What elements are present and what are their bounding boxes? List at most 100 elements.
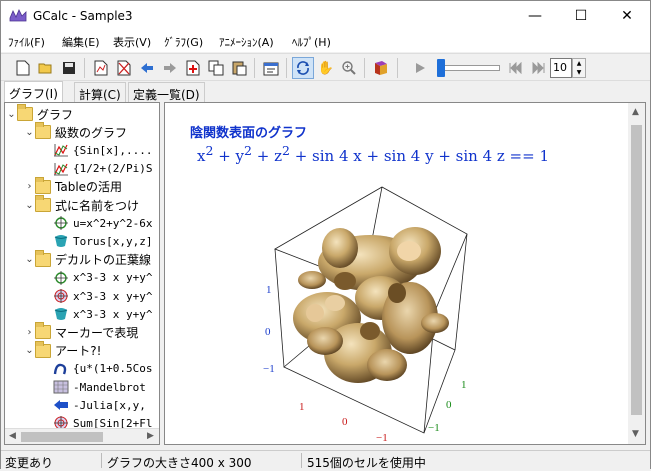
chevron-down-icon[interactable]: ⌄ <box>24 200 35 211</box>
menu-file[interactable]: ﾌｧｲﾙ(F) <box>8 34 45 50</box>
paste-icon[interactable] <box>228 57 250 79</box>
menu-help[interactable]: ﾍﾙﾌﾟ(H) <box>292 34 331 50</box>
tree-item-label: 式に名前をつけ <box>55 198 140 213</box>
save-icon[interactable] <box>58 57 80 79</box>
z-tick-label: 1 <box>266 284 272 296</box>
tree-item-label: {Sin[x],.... <box>73 143 153 157</box>
chevron-right-icon[interactable]: › <box>24 181 35 192</box>
graph-scroll-thumb[interactable] <box>631 125 642 415</box>
slider-thumb[interactable] <box>437 59 445 77</box>
tree-item[interactable]: u=x^2+y^2-6x <box>42 214 153 232</box>
title-bar: GCalc - Sample3 — ☐ ✕ <box>1 1 650 31</box>
tree-item[interactable]: x^3-3 x y+y^ <box>42 287 153 305</box>
frame-count-spinner[interactable]: ▲ ▼ <box>572 58 586 78</box>
menu-view[interactable]: 表示(V) <box>113 34 151 50</box>
tree-folder[interactable]: ⌄ デカルトの正葉線 <box>24 249 152 269</box>
rotate-icon[interactable] <box>292 57 314 79</box>
tree-item[interactable]: -Mandelbrot <box>42 378 147 396</box>
window-title: GCalc - Sample3 <box>33 9 133 23</box>
play-icon[interactable] <box>409 57 431 79</box>
tree-item-label: -Julia[x,y, <box>73 398 146 412</box>
zoom-icon[interactable] <box>338 57 360 79</box>
tree-item-label: デカルトの正葉線 <box>55 253 152 268</box>
chevron-down-icon[interactable]: ⌄ <box>24 345 35 356</box>
tree-item-label: x^3-3 x y+y^ <box>73 271 153 285</box>
tree-item[interactable]: {1/2+(2/Pi)S <box>42 160 153 178</box>
frame-count-input[interactable]: 10 <box>550 58 572 78</box>
fast-forward-icon[interactable] <box>528 57 550 79</box>
tree-horizontal-scrollbar[interactable]: ◀ ▶ <box>5 428 159 444</box>
minimize-button[interactable]: — <box>512 1 558 31</box>
tree-folder[interactable]: ⌄ グラフ <box>6 104 74 123</box>
tree-folder[interactable]: ⌄ 級数のグラフ <box>24 122 128 141</box>
back-arrow-icon[interactable] <box>136 57 158 79</box>
new-graph-icon[interactable] <box>90 57 112 79</box>
tree-item-label: x^3-3 x y+y^ <box>73 289 153 303</box>
tree-folder[interactable]: ⌄ 式に名前をつけ <box>24 195 140 214</box>
chevron-down-icon[interactable]: ⌄ <box>24 127 35 138</box>
menu-edit[interactable]: 編集(E) <box>62 34 100 50</box>
x-tick-label: 0 <box>342 416 348 428</box>
tree-item-label: x^3-3 x y+y^ <box>73 307 153 321</box>
tree-folder[interactable]: › マーカーで表現 <box>24 322 139 341</box>
new-file-icon[interactable] <box>12 57 34 79</box>
x-tick-label: −1 <box>376 432 388 444</box>
plot2d-icon <box>54 162 68 175</box>
forward-arrow-icon[interactable] <box>159 57 181 79</box>
scroll-up-icon[interactable]: ▲ <box>632 107 639 117</box>
tree-item-label: Tableの活用 <box>55 180 123 195</box>
status-graph-size: グラフの大きさ400 x 300 <box>107 456 252 470</box>
tree-item[interactable]: -Julia[x,y, <box>42 396 147 414</box>
julia-set-icon <box>54 400 68 411</box>
folder-icon <box>35 322 51 340</box>
open-folder-icon[interactable] <box>35 57 57 79</box>
add-cell-icon[interactable] <box>182 57 204 79</box>
book-icon[interactable] <box>370 57 392 79</box>
menu-animation[interactable]: ｱﾆﾒｰｼｮﾝ(A) <box>219 34 274 50</box>
delete-graph-icon[interactable] <box>113 57 135 79</box>
tree-item-label: Torus[x,y,z] <box>73 234 153 248</box>
surface-icon <box>54 235 68 248</box>
animation-slider[interactable] <box>437 65 500 71</box>
menu-bar: ﾌｧｲﾙ(F) 編集(E) 表示(V) ｸﾞﾗﾌ(G) ｱﾆﾒｰｼｮﾝ(A) ﾍ… <box>1 31 650 52</box>
scroll-down-icon[interactable]: ▼ <box>632 429 639 439</box>
hand-icon[interactable]: ✋ <box>315 57 337 79</box>
rewind-icon[interactable] <box>505 57 527 79</box>
folder-icon <box>35 340 51 358</box>
copy-icon[interactable] <box>205 57 227 79</box>
tab-calc[interactable]: 計算(C) <box>74 82 126 102</box>
tree-item[interactable]: {Sin[x],.... <box>42 141 153 159</box>
gcalc-app-icon <box>9 9 27 22</box>
surface-icon <box>54 308 68 321</box>
tree-item[interactable]: Torus[x,y,z] <box>42 232 153 250</box>
close-button[interactable]: ✕ <box>604 1 650 31</box>
tab-graph[interactable]: グラフ(I) <box>4 81 63 102</box>
surface-plot[interactable]: 1 0 −1 1 0 −1 1 0 −1 <box>165 103 629 444</box>
graph-tree: ⌄ グラフ ⌄ 級数のグラフ {Sin[x],.... {1/2+(2/Pi)S › Tabl… <box>4 102 160 445</box>
implicit-curve-icon <box>54 270 68 285</box>
tree-item-label: -Mandelbrot <box>73 380 146 394</box>
scroll-right-icon[interactable]: ▶ <box>147 431 154 441</box>
grid-plot-icon <box>53 380 69 394</box>
chevron-down-icon[interactable]: ⌄ <box>6 109 17 120</box>
tree-item[interactable]: {u*(1+0.5Cos <box>42 360 153 378</box>
chevron-down-icon[interactable]: ⌄ <box>24 254 35 265</box>
scroll-left-icon[interactable]: ◀ <box>9 431 16 441</box>
app-window: GCalc - Sample3 — ☐ ✕ ﾌｧｲﾙ(F) 編集(E) 表示(V… <box>0 0 651 470</box>
tree-item-label: アート?! <box>55 344 102 359</box>
tab-strip: グラフ(I) 計算(C) 定義一覧(D) <box>1 81 650 102</box>
target-icon <box>54 289 68 303</box>
tree-folder[interactable]: ⌄ アート?! <box>24 340 102 360</box>
graph-vertical-scrollbar[interactable]: ▲ ▼ <box>628 103 645 444</box>
z-tick-label: −1 <box>263 363 275 375</box>
menu-graph[interactable]: ｸﾞﾗﾌ(G) <box>164 34 203 50</box>
tab-definitions[interactable]: 定義一覧(D) <box>128 82 205 102</box>
chevron-right-icon[interactable]: › <box>24 327 35 338</box>
maximize-button[interactable]: ☐ <box>558 1 604 31</box>
tree-folder[interactable]: › Tableの活用 <box>24 176 123 196</box>
tree-item[interactable]: x^3-3 x y+y^ <box>42 269 153 287</box>
tree-item[interactable]: x^3-3 x y+y^ <box>42 305 153 323</box>
tree-scroll-thumb[interactable] <box>21 432 103 442</box>
folder-icon <box>35 249 51 267</box>
properties-icon[interactable] <box>260 57 282 79</box>
